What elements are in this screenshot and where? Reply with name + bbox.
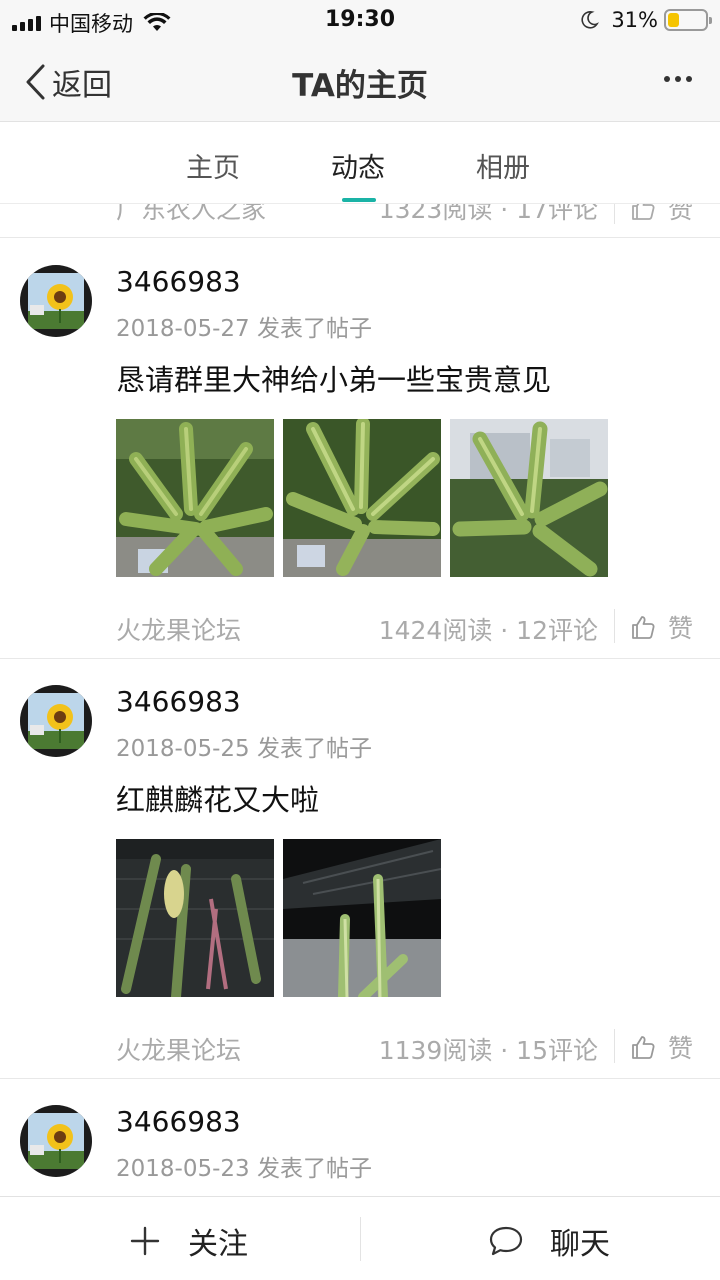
avatar[interactable] — [20, 1105, 92, 1177]
chat-button[interactable]: 聊天 — [488, 1219, 610, 1263]
feed-list[interactable]: 广东农人之家 1323阅读 · 17评论 赞 3466983 2018-05-2… — [0, 204, 720, 1196]
tab-home[interactable]: 主页 — [186, 146, 240, 185]
post-footer: 火龙果论坛 1139阅读 · 15评论 赞 — [0, 1023, 720, 1073]
thumbs-up-icon — [632, 616, 655, 639]
post-card[interactable]: 3466983 2018-05-23 发表了帖子 — [0, 1079, 720, 1196]
chat-bubble-icon — [489, 1226, 523, 1256]
post-photo[interactable] — [116, 839, 274, 997]
divider — [614, 1029, 615, 1063]
partial-post-footer: 广东农人之家 1323阅读 · 17评论 赞 — [0, 204, 720, 238]
username[interactable]: 3466983 — [116, 265, 241, 298]
post-photo[interactable] — [450, 419, 608, 577]
follow-label: 关注 — [188, 1227, 248, 1262]
post-text[interactable]: 红麒麟花又大啦 — [116, 777, 319, 819]
like-label: 赞 — [668, 204, 694, 224]
post-stats: 1139阅读 · 15评论 — [378, 1036, 598, 1065]
thumbs-up-icon — [632, 1036, 655, 1059]
username[interactable]: 3466983 — [116, 685, 241, 718]
chat-label: 聊天 — [550, 1227, 610, 1262]
bottom-action-bar: 关注 聊天 — [0, 1196, 720, 1280]
sunflower-avatar-image — [20, 265, 92, 337]
nav-bar: 返回 TA的主页 — [0, 40, 720, 122]
battery-icon — [664, 9, 712, 31]
like-label: 赞 — [668, 614, 694, 643]
post-meta: 2018-05-23 发表了帖子 — [116, 1156, 372, 1182]
post-card[interactable]: 3466983 2018-05-25 发表了帖子 红麒麟花又大啦 火龙果论坛 1… — [0, 659, 720, 1079]
post-photo[interactable] — [283, 839, 441, 997]
divider — [614, 609, 615, 643]
page-title: TA的主页 — [292, 68, 428, 104]
photo-grid — [116, 839, 441, 997]
photo-grid — [116, 419, 608, 577]
like-button[interactable]: 赞 — [630, 609, 693, 645]
tab-activity[interactable]: 动态 — [331, 146, 385, 185]
forum-tag[interactable]: 广东农人之家 — [116, 204, 266, 226]
post-meta: 2018-05-25 发表了帖子 — [116, 736, 372, 762]
post-meta: 2018-05-27 发表了帖子 — [116, 316, 372, 342]
like-label: 赞 — [668, 1034, 694, 1063]
post-stats: 1424阅读 · 12评论 — [378, 616, 598, 645]
battery-percent: 31% — [611, 8, 658, 32]
battery-level — [668, 13, 679, 27]
divider — [614, 204, 615, 224]
tab-album[interactable]: 相册 — [476, 146, 530, 185]
sunflower-avatar-image — [20, 1105, 92, 1177]
post-footer: 火龙果论坛 1424阅读 · 12评论 赞 — [0, 603, 720, 653]
thumbs-up-icon — [632, 204, 655, 220]
like-button[interactable]: 赞 — [630, 1029, 693, 1065]
username[interactable]: 3466983 — [116, 1105, 241, 1138]
post-stats: 1323阅读 · 17评论 — [378, 204, 598, 224]
post-text[interactable]: 恳请群里大神给小弟一些宝贵意见 — [116, 357, 551, 399]
forum-tag[interactable]: 火龙果论坛 — [116, 1031, 241, 1067]
plus-icon — [130, 1226, 160, 1256]
avatar[interactable] — [20, 265, 92, 337]
sunflower-avatar-image — [20, 685, 92, 757]
post-photo[interactable] — [116, 419, 274, 577]
tab-bar: 主页 动态 相册 — [0, 122, 720, 204]
avatar[interactable] — [20, 685, 92, 757]
more-dots-icon[interactable] — [660, 66, 696, 92]
like-button[interactable]: 赞 — [630, 204, 693, 226]
divider — [360, 1217, 361, 1261]
status-right: 31% — [579, 8, 712, 32]
moon-icon — [581, 11, 600, 29]
status-bar: 中国移动 19:30 31% — [0, 0, 720, 40]
follow-button[interactable]: 关注 — [130, 1219, 248, 1263]
forum-tag[interactable]: 火龙果论坛 — [116, 611, 241, 647]
active-tab-indicator — [342, 198, 376, 202]
post-photo[interactable] — [283, 419, 441, 577]
post-card[interactable]: 3466983 2018-05-27 发表了帖子 恳请群里大神给小弟一些宝贵意见 — [0, 239, 720, 659]
